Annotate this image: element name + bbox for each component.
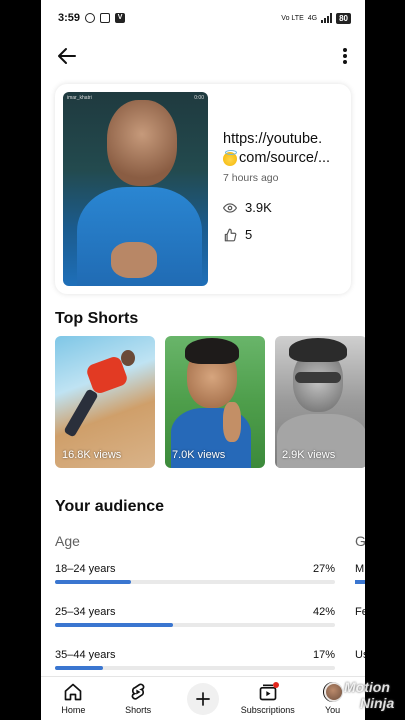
short-thumbnail-3[interactable]: 2.9K views	[275, 336, 365, 468]
nav-subscriptions[interactable]: Subscriptions	[237, 682, 299, 715]
top-shorts-list: 16.8K views 7.0K views 2.9K views	[55, 336, 365, 468]
short-thumbnail-2[interactable]: 7.0K views	[165, 336, 265, 468]
likes-stat: 5	[223, 227, 252, 242]
age-bar-track	[55, 666, 335, 670]
shorts-icon	[131, 683, 145, 700]
dot-icon	[343, 60, 347, 64]
age-bar-fill	[55, 623, 173, 627]
nav-home-label: Home	[61, 705, 86, 715]
signal-type: 4G	[307, 14, 318, 22]
age-label: 25–34 years	[55, 606, 116, 618]
short-thumbnail-1[interactable]: 16.8K views	[55, 336, 155, 468]
nav-create[interactable]	[172, 682, 234, 715]
plus-icon	[196, 691, 210, 706]
app-v-icon: V	[115, 13, 126, 23]
dot-icon	[343, 54, 347, 58]
nav-subscriptions-label: Subscriptions	[240, 705, 295, 715]
network-type: Vo LTE	[281, 14, 304, 22]
battery-icon: 80	[336, 12, 351, 24]
views-count: 3.9K	[245, 200, 272, 215]
short-views: 2.9K views	[282, 449, 336, 461]
arrow-left-icon	[58, 48, 76, 64]
watermark: Motion Ninja	[322, 676, 404, 720]
likes-count: 5	[245, 227, 253, 242]
short-views: 16.8K views	[62, 449, 122, 461]
gender-label: Us	[355, 649, 365, 661]
age-percent: 42%	[312, 606, 335, 618]
signal-icon	[321, 13, 333, 23]
video-posted-time: 7 hours ago	[223, 172, 279, 184]
instagram-icon	[100, 13, 111, 23]
thumbnail-caption: imar_khatri	[67, 95, 92, 101]
age-label: 18–24 years	[55, 563, 116, 575]
app-screen: 3:59 V Vo LTE 4G 80 imar_khatri 0:00 htt…	[41, 0, 365, 720]
age-bar-fill	[55, 580, 131, 584]
age-percent: 27%	[312, 563, 335, 575]
top-shorts-heading: Top Shorts	[55, 310, 139, 327]
age-bar-fill	[55, 666, 103, 670]
gender-bar	[355, 580, 365, 584]
nav-shorts-label: Shorts	[125, 705, 152, 715]
whatsapp-icon	[85, 13, 96, 23]
age-label: 35–44 years	[55, 649, 116, 661]
status-bar: 3:59 V Vo LTE 4G 80	[41, 0, 365, 36]
dot-icon	[343, 48, 347, 52]
audience-heading: Your audience	[55, 498, 165, 515]
views-stat: 3.9K	[223, 200, 272, 215]
nav-home[interactable]: Home	[42, 682, 104, 715]
gender-heading: G	[355, 533, 365, 549]
thumbnail-time: 0:00	[194, 95, 204, 101]
gender-label: M	[355, 563, 365, 575]
top-bar	[41, 36, 365, 74]
nav-shorts[interactable]: Shorts	[107, 682, 169, 715]
smiling-halo-emoji-icon	[223, 149, 237, 166]
video-thumbnail[interactable]: imar_khatri 0:00	[63, 92, 208, 286]
home-icon	[65, 683, 82, 701]
watermark-logo-icon	[324, 682, 344, 702]
bottom-nav: Home Shorts Subscriptions You	[41, 676, 365, 720]
eye-icon	[223, 202, 237, 213]
more-options-button[interactable]	[335, 44, 355, 68]
back-button[interactable]	[55, 44, 79, 68]
status-time: 3:59	[58, 12, 81, 24]
age-heading: Age	[55, 533, 80, 549]
video-title[interactable]: https://youtube. com/source/...	[223, 130, 347, 168]
gender-label: Fe	[355, 606, 365, 618]
short-views: 7.0K views	[172, 449, 226, 461]
age-percent: 17%	[312, 649, 335, 661]
age-bar-track	[55, 580, 335, 584]
notification-dot	[272, 682, 279, 688]
create-button[interactable]	[186, 682, 219, 715]
age-bar-track	[55, 623, 335, 627]
thumbs-up-icon	[224, 228, 237, 241]
video-card[interactable]: imar_khatri 0:00 https://youtube. com/so…	[55, 84, 351, 294]
